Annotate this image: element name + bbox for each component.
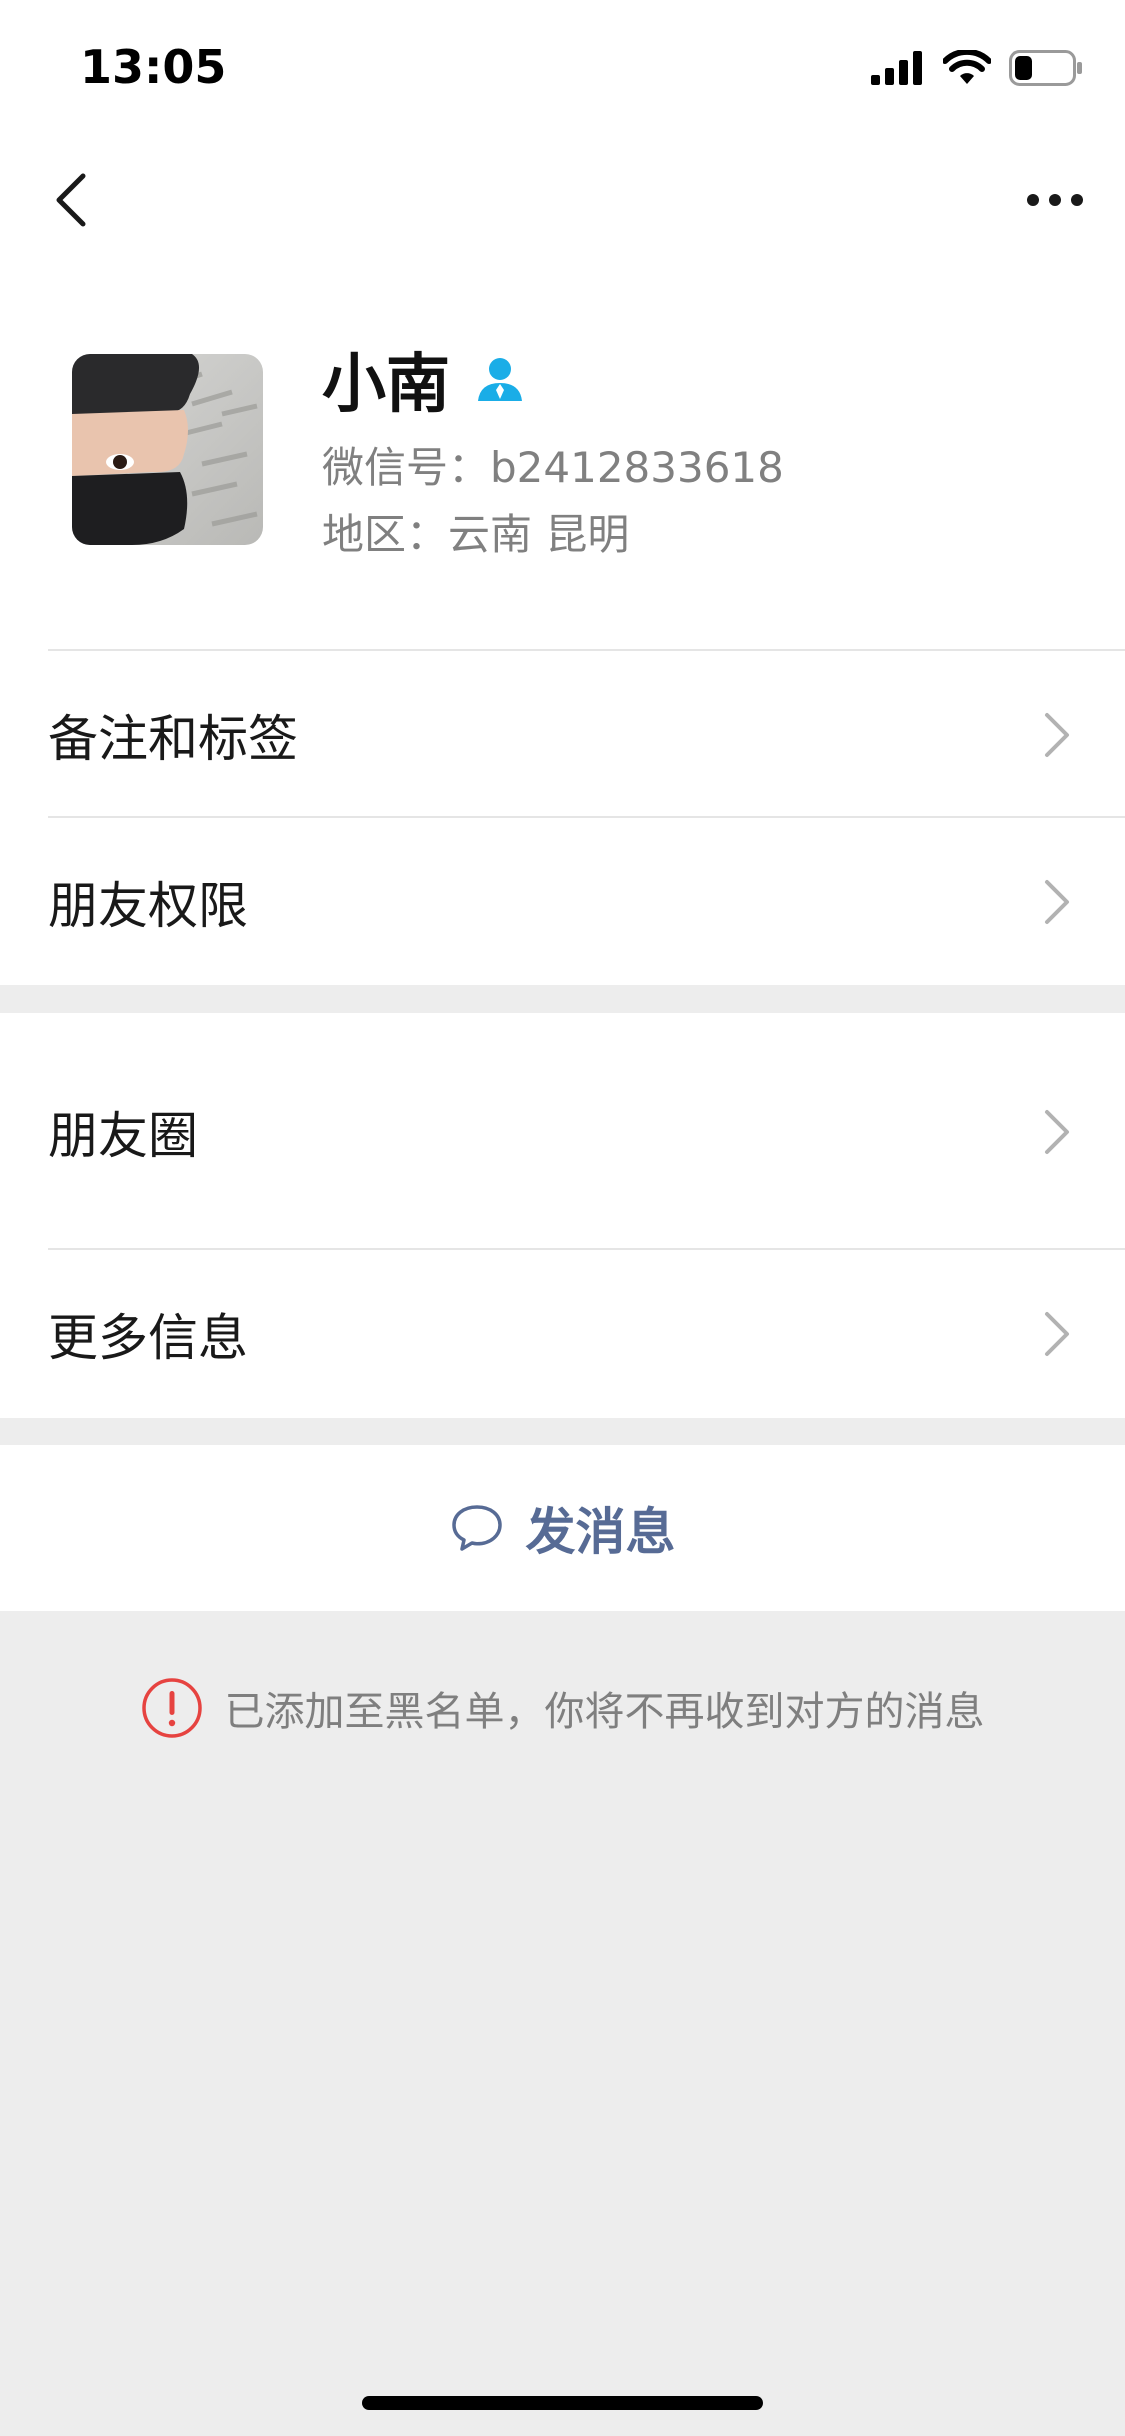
battery-icon bbox=[1009, 50, 1082, 86]
chevron-right-icon bbox=[1045, 1109, 1069, 1154]
more-info-label: 更多信息 bbox=[48, 1309, 248, 1367]
friend-permissions-cell[interactable]: 朋友权限 bbox=[0, 818, 1125, 985]
send-message-button[interactable]: 发消息 bbox=[0, 1445, 1125, 1611]
avatar-image bbox=[72, 354, 263, 545]
home-indicator[interactable] bbox=[362, 2396, 763, 2410]
moments-label: 朋友圈 bbox=[48, 1106, 198, 1165]
chevron-right-icon bbox=[1045, 712, 1069, 757]
friend-permissions-label: 朋友权限 bbox=[48, 876, 248, 935]
status-time: 13:05 bbox=[80, 40, 227, 94]
chat-bubble-icon bbox=[451, 1505, 502, 1551]
send-message-label: 发消息 bbox=[525, 1503, 676, 1561]
more-button[interactable] bbox=[1005, 160, 1105, 240]
wechat-id: 微信号：b2412833618 bbox=[322, 443, 784, 492]
moments-cell[interactable]: 朋友圈 bbox=[0, 1013, 1125, 1250]
nav-bar bbox=[0, 140, 1125, 256]
profile-name-row: 小南 bbox=[322, 334, 524, 424]
avatar[interactable] bbox=[72, 354, 263, 545]
profile-name: 小南 bbox=[322, 348, 450, 422]
more-info-cell[interactable]: 更多信息 bbox=[0, 1250, 1125, 1418]
wifi-icon bbox=[943, 50, 991, 84]
blacklist-notice-text: 已添加至黑名单，你将不再收到对方的消息 bbox=[224, 1689, 985, 1735]
alert-circle-icon bbox=[141, 1678, 202, 1738]
back-button[interactable] bbox=[30, 160, 110, 240]
blacklist-notice: 已添加至黑名单，你将不再收到对方的消息 bbox=[0, 1668, 1125, 1748]
chevron-left-icon bbox=[56, 173, 86, 227]
region: 地区：云南 昆明 bbox=[322, 510, 630, 559]
chevron-right-icon bbox=[1045, 1312, 1069, 1356]
remarks-tags-cell[interactable]: 备注和标签 bbox=[0, 651, 1125, 818]
chevron-right-icon bbox=[1045, 879, 1069, 924]
more-dots-icon bbox=[1027, 194, 1083, 206]
contact-person-icon bbox=[478, 358, 522, 401]
signal-icon bbox=[871, 51, 922, 85]
status-icons bbox=[871, 44, 1083, 92]
profile-card: 小南 微信号：b2412833618 地区：云南 昆明 bbox=[0, 256, 1125, 651]
remarks-tags-label: 备注和标签 bbox=[48, 709, 298, 768]
status-bar: 13:05 bbox=[0, 0, 1125, 140]
